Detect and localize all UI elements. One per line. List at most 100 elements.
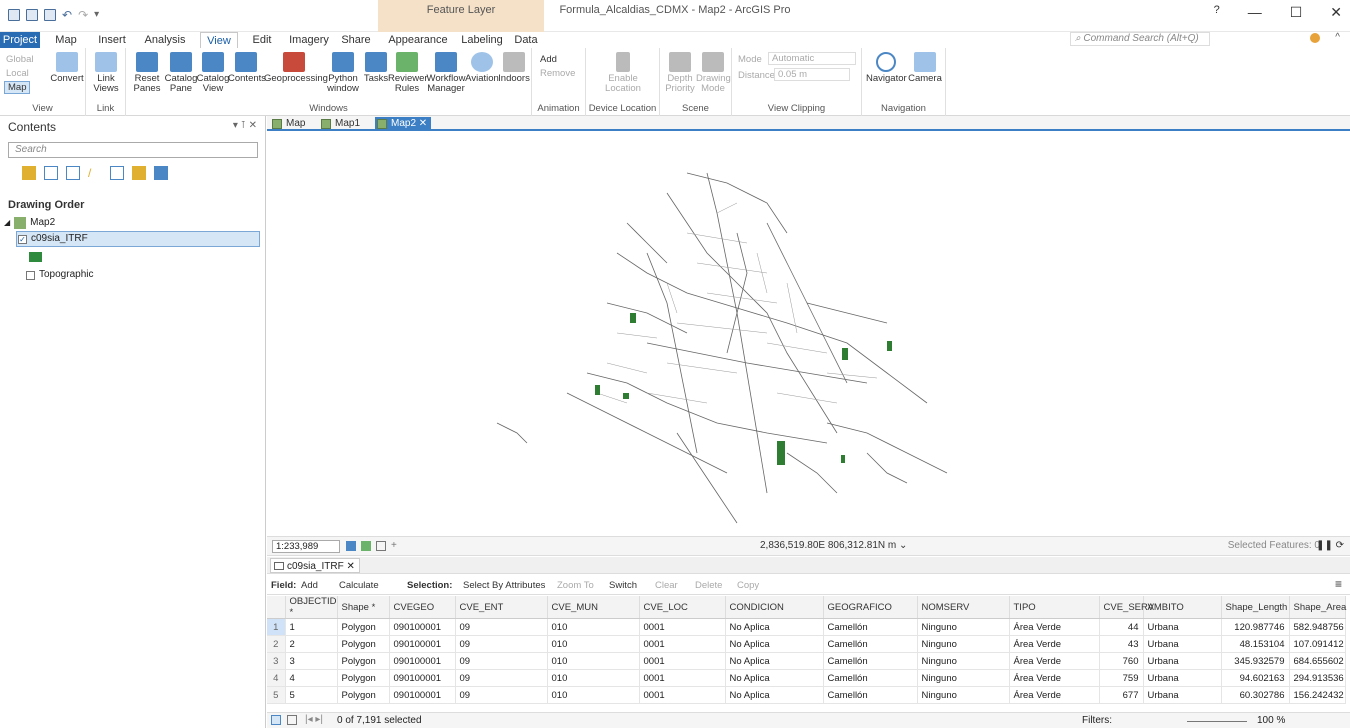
save-project-icon[interactable]	[44, 9, 56, 21]
list-by-labeling-icon[interactable]	[132, 166, 146, 180]
column-header[interactable]: AMBITO	[1143, 596, 1222, 619]
table-cell[interactable]: 0001	[639, 635, 726, 653]
table-cell[interactable]: Ninguno	[917, 618, 1010, 636]
table-cell[interactable]: 090100001	[389, 652, 456, 670]
tab-insert[interactable]: Insert	[90, 32, 134, 48]
list-by-drawing-order-icon[interactable]	[22, 166, 36, 180]
tab-edit[interactable]: Edit	[244, 32, 280, 48]
table-cell[interactable]: Camellón	[823, 686, 918, 704]
add-field-button[interactable]: Add	[301, 580, 318, 591]
column-header[interactable]: CVE_LOC	[639, 596, 726, 619]
layer-topographic[interactable]: Topographic	[26, 268, 93, 282]
close-tab-icon[interactable]: ✕	[419, 118, 427, 129]
snapping-icon[interactable]	[361, 541, 371, 551]
column-header[interactable]: OBJECTID *	[285, 596, 338, 619]
table-cell[interactable]: 090100001	[389, 635, 456, 653]
aviation-button[interactable]: Aviation	[464, 52, 500, 84]
column-header[interactable]: TIPO	[1009, 596, 1100, 619]
convert-button[interactable]: Convert	[50, 52, 84, 84]
column-header[interactable]: Shape *	[337, 596, 390, 619]
table-cell[interactable]: 010	[547, 635, 640, 653]
table-cell[interactable]: 156.242432	[1289, 686, 1346, 704]
row-number[interactable]: 1	[267, 618, 286, 636]
list-by-editing-icon[interactable]: /	[88, 166, 102, 180]
table-cell[interactable]: 090100001	[389, 686, 456, 704]
workflow-manager-button[interactable]: Workflow Manager	[426, 52, 466, 94]
table-row[interactable]: 2 2 Polygon 090100001 09 010 0001 No Aplica Came…	[267, 635, 1346, 653]
table-cell[interactable]: Área Verde	[1009, 669, 1100, 687]
table-cell[interactable]: 010	[547, 669, 640, 687]
pane-options-icon[interactable]: ▾ ⊺ ✕	[233, 120, 257, 131]
table-cell[interactable]: Ninguno	[917, 669, 1010, 687]
clipping-mode-select[interactable]: Automatic	[768, 52, 856, 65]
table-cell[interactable]: 09	[455, 686, 548, 704]
table-cell[interactable]: 1	[285, 618, 338, 636]
table-cell[interactable]: 294.913536	[1289, 669, 1346, 687]
column-header[interactable]: NOMSERV	[917, 596, 1010, 619]
help-button[interactable]: ?	[1214, 4, 1220, 21]
table-cell[interactable]: 010	[547, 618, 640, 636]
table-cell[interactable]: 48.153104	[1221, 635, 1290, 653]
topographic-visibility-checkbox[interactable]	[26, 270, 35, 280]
enable-location-button[interactable]: Enable Location	[596, 52, 650, 94]
table-cell[interactable]: Ninguno	[917, 686, 1010, 704]
table-cell[interactable]: Polygon	[337, 669, 390, 687]
close-button[interactable]: ✕	[1330, 4, 1342, 21]
map2-node[interactable]: ◢ Map2	[4, 216, 55, 230]
table-cell[interactable]: 759	[1099, 669, 1144, 687]
pause-refresh-icons[interactable]: ❚❚ ⟳	[1316, 540, 1344, 551]
tab-appearance[interactable]: Appearance	[383, 32, 453, 48]
table-cell[interactable]: Ninguno	[917, 635, 1010, 653]
navigator-button[interactable]: Navigator	[866, 52, 907, 84]
tab-map-view-map2[interactable]: Map2 ✕	[375, 117, 432, 131]
column-header[interactable]: CONDICION	[725, 596, 824, 619]
list-by-selection-icon[interactable]	[66, 166, 80, 180]
table-row[interactable]: 1 1 Polygon 090100001 09 010 0001 No Aplica Came…	[267, 618, 1346, 636]
table-row[interactable]: 5 5 Polygon 090100001 09 010 0001 No Aplica Came…	[267, 686, 1346, 704]
table-cell[interactable]: 0001	[639, 686, 726, 704]
global-button[interactable]: Global	[6, 54, 33, 65]
geoprocessing-button[interactable]: Geoprocessing	[264, 52, 328, 84]
table-cell[interactable]: Área Verde	[1009, 618, 1100, 636]
delete-selection-button[interactable]: Delete	[695, 580, 722, 591]
column-header[interactable]: CVE_ENT	[455, 596, 548, 619]
column-header[interactable]: CVE_MUN	[547, 596, 640, 619]
link-views-button[interactable]: Link Views	[90, 52, 122, 94]
coordinate-readout[interactable]: 2,836,519.80E 806,312.81N m ⌄	[760, 540, 907, 551]
list-by-perspective-icon[interactable]	[154, 166, 168, 180]
table-cell[interactable]: Urbana	[1143, 618, 1222, 636]
undo-icon[interactable]: ↶	[62, 9, 72, 21]
table-cell[interactable]: 09	[455, 618, 548, 636]
tab-analysis[interactable]: Analysis	[140, 32, 190, 48]
maximize-button[interactable]: ☐	[1290, 4, 1303, 21]
table-cell[interactable]: Camellón	[823, 669, 918, 687]
table-cell[interactable]: 44	[1099, 618, 1144, 636]
tab-project[interactable]: Project	[0, 32, 40, 48]
row-number[interactable]: 5	[267, 686, 286, 704]
calculate-field-button[interactable]: Calculate	[339, 580, 379, 591]
scale-select[interactable]: 1:233,989	[272, 540, 340, 553]
table-cell[interactable]: Polygon	[337, 618, 390, 636]
python-window-button[interactable]: Python window	[324, 52, 362, 94]
zoom-level[interactable]: 100 %	[1257, 715, 1285, 726]
table-cell[interactable]: 43	[1099, 635, 1144, 653]
customize-qat-icon[interactable]: ▾	[94, 9, 99, 21]
table-cell[interactable]: Área Verde	[1009, 686, 1100, 704]
clear-selection-button[interactable]: Clear	[655, 580, 678, 591]
table-cell[interactable]: 090100001	[389, 669, 456, 687]
table-cell[interactable]: Urbana	[1143, 686, 1222, 704]
tab-map-view-map1[interactable]: Map1	[319, 117, 364, 131]
list-by-snapping-icon[interactable]	[110, 166, 124, 180]
depth-priority-button[interactable]: Depth Priority	[664, 52, 696, 94]
grid-icon[interactable]	[346, 541, 356, 551]
table-cell[interactable]: Polygon	[337, 635, 390, 653]
layer-symbol-swatch[interactable]	[29, 252, 42, 262]
table-cell[interactable]: Urbana	[1143, 652, 1222, 670]
animation-add-button[interactable]: Add	[540, 54, 557, 65]
table-cell[interactable]: Camellón	[823, 618, 918, 636]
table-cell[interactable]: 0001	[639, 652, 726, 670]
table-cell[interactable]: Urbana	[1143, 635, 1222, 653]
table-cell[interactable]: 760	[1099, 652, 1144, 670]
table-cell[interactable]: 09	[455, 669, 548, 687]
minimize-button[interactable]: —	[1248, 4, 1262, 21]
